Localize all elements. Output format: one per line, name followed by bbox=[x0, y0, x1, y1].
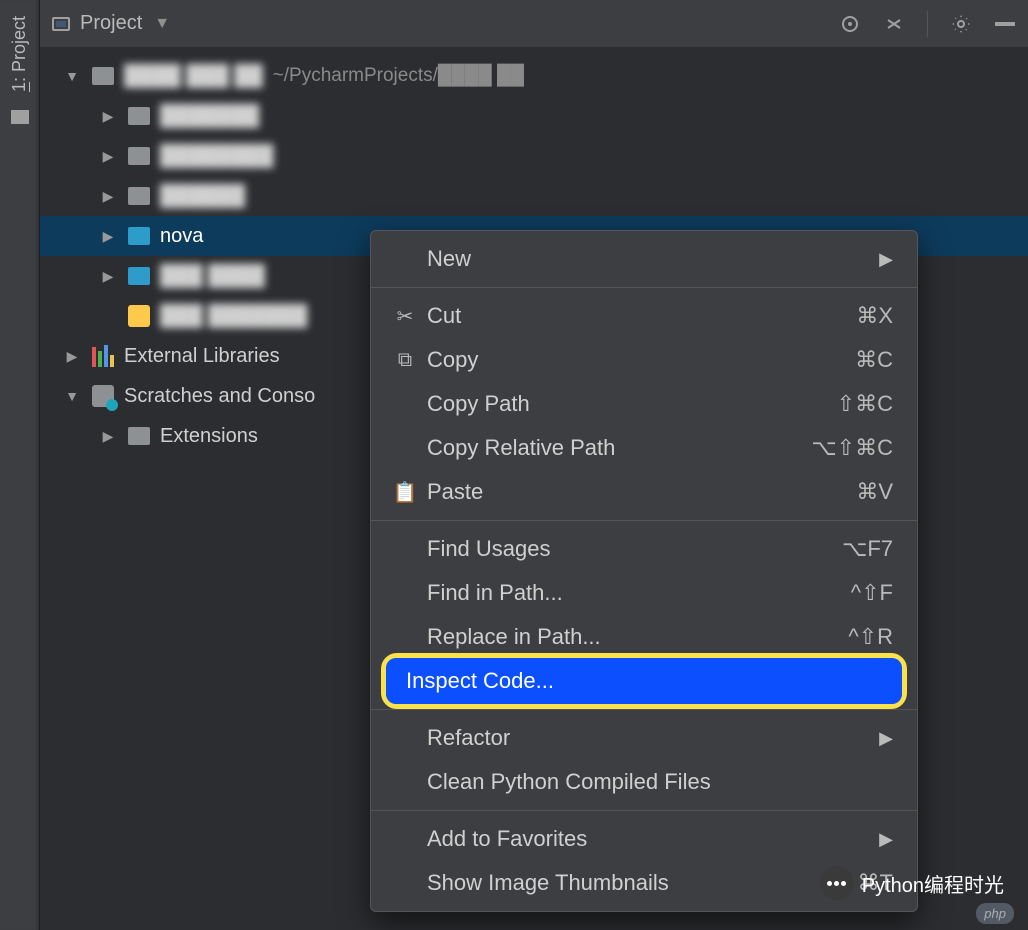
menu-clean-python[interactable]: Clean Python Compiled Files bbox=[371, 760, 917, 804]
menu-cut[interactable]: ✂ Cut⌘X bbox=[371, 294, 917, 338]
project-toolbar: Project ▼ bbox=[40, 0, 1028, 48]
collapse-all-icon[interactable] bbox=[883, 13, 905, 35]
menu-label: Inspect Code... bbox=[406, 668, 554, 694]
expand-arrow-icon[interactable] bbox=[62, 68, 82, 84]
menu-find-in-path[interactable]: Find in Path...^⇧F bbox=[371, 571, 917, 615]
locate-icon[interactable] bbox=[839, 13, 861, 35]
item-label: External Libraries bbox=[124, 345, 280, 368]
item-label: ███ ████ bbox=[160, 265, 265, 288]
expand-arrow-icon[interactable] bbox=[62, 388, 82, 404]
expand-arrow-icon[interactable] bbox=[98, 268, 118, 285]
library-icon bbox=[92, 345, 114, 367]
menu-separator bbox=[371, 810, 917, 811]
expand-arrow-icon[interactable] bbox=[98, 428, 118, 445]
paste-icon: 📋 bbox=[391, 480, 419, 505]
menu-refactor[interactable]: Refactor▶ bbox=[371, 716, 917, 760]
folder-icon bbox=[11, 110, 29, 124]
menu-shortcut: ⌘X bbox=[856, 303, 893, 329]
menu-label: Show Image Thumbnails bbox=[427, 870, 839, 896]
wechat-icon bbox=[820, 866, 854, 900]
menu-label: Add to Favorites bbox=[427, 826, 879, 852]
menu-add-favorites[interactable]: Add to Favorites▶ bbox=[371, 817, 917, 861]
menu-label: Copy bbox=[427, 347, 855, 373]
expand-arrow-icon[interactable] bbox=[98, 188, 118, 205]
menu-shortcut: ⌥F7 bbox=[842, 536, 893, 562]
chevron-down-icon[interactable]: ▼ bbox=[154, 15, 170, 33]
php-badge: php bbox=[976, 903, 1014, 924]
menu-new[interactable]: New▶ bbox=[371, 237, 917, 281]
project-view-icon bbox=[52, 17, 70, 31]
menu-copy-relative-path[interactable]: Copy Relative Path⌥⇧⌘C bbox=[371, 426, 917, 470]
gear-icon[interactable] bbox=[950, 13, 972, 35]
menu-shortcut: ⌘V bbox=[856, 479, 893, 505]
menu-label: Clean Python Compiled Files bbox=[427, 769, 893, 795]
folder-icon bbox=[128, 147, 150, 165]
menu-separator bbox=[371, 287, 917, 288]
menu-separator bbox=[371, 520, 917, 521]
folder-icon bbox=[128, 227, 150, 245]
folder-icon bbox=[128, 427, 150, 445]
menu-label: Copy Path bbox=[427, 391, 837, 417]
separator bbox=[927, 11, 928, 37]
menu-shortcut: ^⇧R bbox=[848, 624, 893, 650]
menu-label: Refactor bbox=[427, 725, 879, 751]
menu-label: Paste bbox=[427, 479, 856, 505]
menu-separator bbox=[371, 709, 917, 710]
menu-shortcut: ⌥⇧⌘C bbox=[811, 435, 893, 461]
tree-root[interactable]: ████ ███ ██ ~/PycharmProjects/████ ██ bbox=[40, 56, 1028, 96]
folder-icon bbox=[128, 267, 150, 285]
submenu-arrow-icon: ▶ bbox=[879, 249, 893, 270]
folder-icon bbox=[128, 107, 150, 125]
submenu-arrow-icon: ▶ bbox=[879, 829, 893, 850]
copy-icon: ⧉ bbox=[391, 349, 419, 372]
tree-item[interactable]: ███████ bbox=[40, 96, 1028, 136]
menu-find-usages[interactable]: Find Usages⌥F7 bbox=[371, 527, 917, 571]
menu-label: Cut bbox=[427, 303, 856, 329]
menu-label: Copy Relative Path bbox=[427, 435, 811, 461]
item-label: ███ ███████ bbox=[160, 305, 307, 328]
item-label: Scratches and Conso bbox=[124, 385, 315, 408]
menu-copy[interactable]: ⧉ Copy⌘C bbox=[371, 338, 917, 382]
scratches-icon bbox=[92, 385, 114, 407]
menu-paste[interactable]: 📋 Paste⌘V bbox=[371, 470, 917, 514]
expand-arrow-icon[interactable] bbox=[98, 108, 118, 125]
tree-item[interactable]: ██████ bbox=[40, 176, 1028, 216]
menu-label: Find Usages bbox=[427, 536, 842, 562]
item-label: nova bbox=[160, 225, 203, 248]
cut-icon: ✂ bbox=[391, 304, 419, 329]
project-tool-label[interactable]: 1: Project bbox=[9, 16, 30, 92]
watermark: Python编程时光 bbox=[820, 866, 1004, 900]
folder-icon bbox=[92, 67, 114, 85]
left-tool-rail[interactable]: 1: Project bbox=[0, 0, 40, 930]
menu-shortcut: ⌘C bbox=[855, 347, 893, 373]
submenu-arrow-icon: ▶ bbox=[879, 728, 893, 749]
menu-shortcut: ⇧⌘C bbox=[837, 391, 893, 417]
menu-inspect-code[interactable]: Inspect Code... bbox=[371, 659, 917, 703]
menu-label: New bbox=[427, 246, 879, 272]
folder-icon bbox=[128, 187, 150, 205]
item-label: Extensions bbox=[160, 425, 258, 448]
menu-copy-path[interactable]: Copy Path⇧⌘C bbox=[371, 382, 917, 426]
watermark-text: Python编程时光 bbox=[862, 869, 1004, 898]
menu-shortcut: ^⇧F bbox=[851, 580, 893, 606]
project-dropdown[interactable]: Project bbox=[80, 12, 142, 35]
python-file-icon bbox=[128, 305, 150, 327]
expand-arrow-icon[interactable] bbox=[62, 348, 82, 365]
root-name: ████ ███ ██ bbox=[124, 65, 263, 88]
expand-arrow-icon[interactable] bbox=[98, 148, 118, 165]
expand-arrow-icon[interactable] bbox=[98, 228, 118, 245]
item-label: ███████ bbox=[160, 105, 259, 128]
root-path: ~/PycharmProjects/████ ██ bbox=[273, 65, 524, 87]
menu-label: Replace in Path... bbox=[427, 624, 848, 650]
context-menu: New▶ ✂Cut⌘X ⧉Copy⌘C Copy Path⇧⌘C Copy Re… bbox=[370, 230, 918, 912]
hide-icon[interactable] bbox=[994, 13, 1016, 35]
item-label: ████████ bbox=[160, 145, 273, 168]
item-label: ██████ bbox=[160, 185, 245, 208]
menu-label: Find in Path... bbox=[427, 580, 851, 606]
tree-item[interactable]: ████████ bbox=[40, 136, 1028, 176]
